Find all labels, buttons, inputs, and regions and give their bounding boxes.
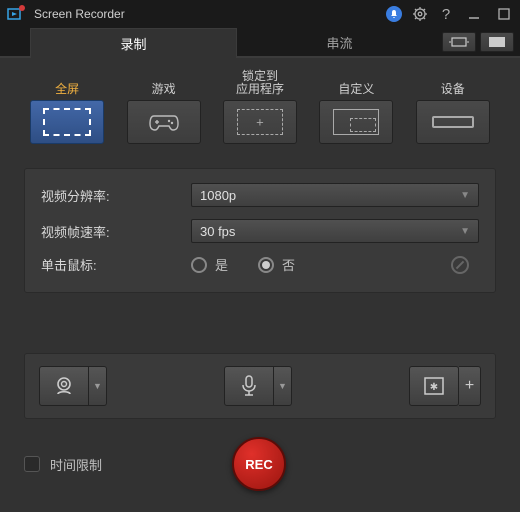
resolution-value: 1080p (200, 188, 236, 203)
microphone-icon (239, 374, 259, 398)
fullscreen-icon (43, 108, 91, 136)
click-mouse-label: 单击鼠标: (41, 255, 191, 274)
overlay-icon: ✱ (423, 376, 445, 396)
app-logo-icon (6, 4, 26, 24)
mic-dropdown[interactable]: ▼ (274, 366, 292, 406)
titlebar: Screen Recorder ? (0, 0, 520, 28)
mode-custom-label: 自定义 (338, 68, 374, 96)
mode-custom[interactable]: 自定义 (319, 68, 393, 144)
mode-fullscreen-label: 全屏 (55, 68, 79, 96)
chevron-down-icon: ▼ (93, 381, 102, 391)
gear-icon[interactable] (412, 6, 428, 22)
gamepad-icon (149, 112, 179, 132)
help-icon[interactable]: ? (438, 6, 454, 22)
lock-app-icon (237, 109, 283, 135)
click-no-label: 否 (282, 255, 295, 274)
resolution-label: 视频分辨率: (41, 186, 191, 205)
click-yes-radio[interactable]: 是 (191, 255, 228, 274)
app-title: Screen Recorder (34, 7, 386, 21)
block-icon[interactable] (451, 256, 469, 274)
resolution-select[interactable]: 1080p ▼ (191, 183, 479, 207)
tab-record[interactable]: 录制 (30, 28, 237, 58)
device-icon (432, 116, 474, 128)
notification-icon[interactable] (386, 6, 402, 22)
click-no-radio[interactable]: 否 (258, 255, 295, 274)
add-overlay-button[interactable]: + (459, 366, 481, 406)
chevron-down-icon: ▼ (278, 381, 287, 391)
minimize-icon[interactable] (464, 6, 484, 22)
webcam-button[interactable] (39, 366, 89, 406)
tab-stream-label: 串流 (326, 33, 352, 52)
framerate-select[interactable]: 30 fps ▼ (191, 219, 479, 243)
mode-lock-label: 锁定到 应用程序 (236, 68, 284, 96)
framerate-value: 30 fps (200, 224, 235, 239)
mode-lock-app[interactable]: 锁定到 应用程序 (223, 68, 297, 144)
tab-record-label: 录制 (120, 34, 146, 53)
mode-device-label: 设备 (441, 68, 465, 96)
maximize-icon[interactable] (494, 6, 514, 22)
record-button[interactable]: REC (232, 437, 286, 491)
display-mode-compact-button[interactable] (480, 32, 514, 52)
plus-icon: + (465, 377, 474, 395)
time-limit-label: 时间限制 (50, 455, 102, 474)
input-controls-panel: ▼ ▼ ✱ + (24, 353, 496, 419)
display-mode-wide-button[interactable] (442, 32, 476, 52)
tab-stream[interactable]: 串流 (237, 28, 442, 56)
radio-icon (258, 257, 274, 273)
chevron-down-icon: ▼ (460, 226, 470, 237)
click-yes-label: 是 (215, 255, 228, 274)
mic-button[interactable] (224, 366, 274, 406)
record-button-label: REC (245, 457, 272, 472)
radio-icon (191, 257, 207, 273)
overlay-button[interactable]: ✱ (409, 366, 459, 406)
capture-mode-row: 全屏 游戏 锁定到 应用程序 自定义 设备 (0, 58, 520, 148)
chevron-down-icon: ▼ (460, 190, 470, 201)
framerate-label: 视频帧速率: (41, 222, 191, 241)
mode-device[interactable]: 设备 (416, 68, 490, 144)
mode-game[interactable]: 游戏 (127, 68, 201, 144)
time-limit-checkbox[interactable] (24, 456, 40, 472)
main-tabs: 录制 串流 (0, 28, 520, 58)
svg-text:✱: ✱ (430, 382, 438, 393)
footer: 时间限制 REC (24, 437, 496, 491)
custom-region-icon (333, 109, 379, 135)
mode-game-label: 游戏 (152, 68, 176, 96)
webcam-dropdown[interactable]: ▼ (89, 366, 107, 406)
settings-panel: 视频分辨率: 1080p ▼ 视频帧速率: 30 fps ▼ 单击鼠标: 是 否 (24, 168, 496, 293)
mode-fullscreen[interactable]: 全屏 (30, 68, 104, 144)
webcam-icon (53, 375, 75, 397)
